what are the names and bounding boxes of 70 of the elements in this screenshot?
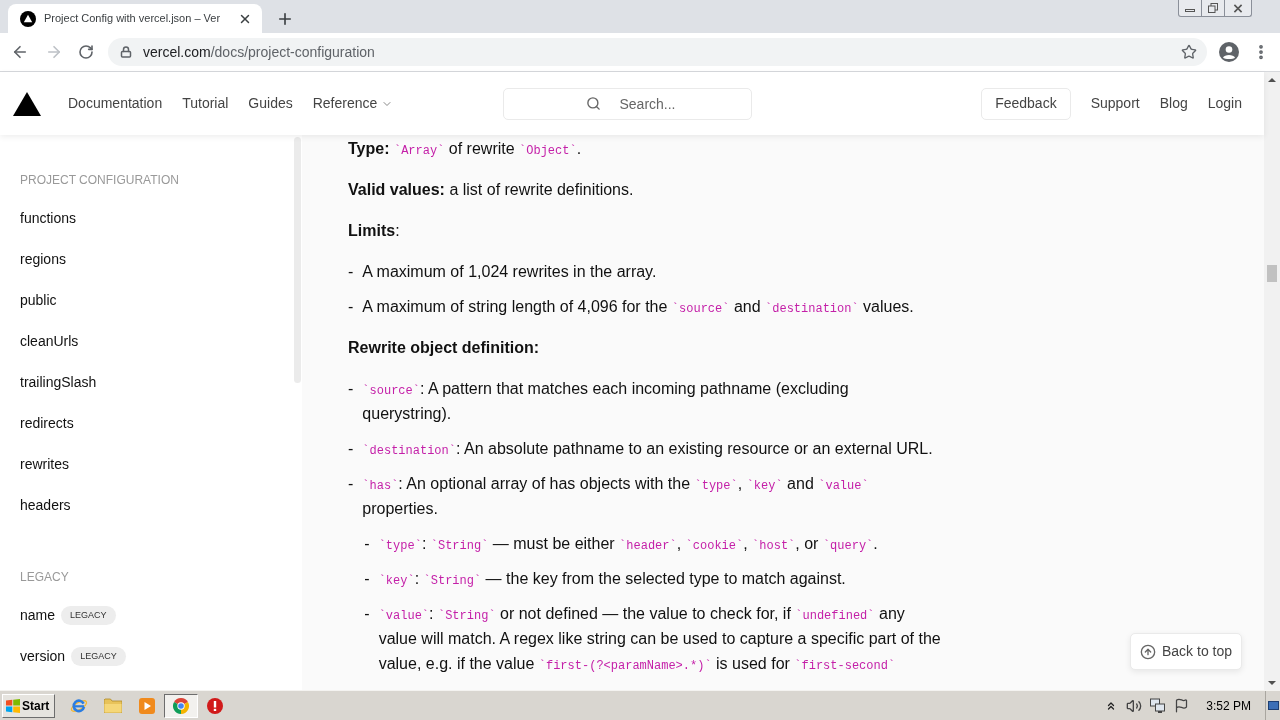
folder-icon (104, 698, 122, 713)
speaker-icon[interactable] (1126, 697, 1143, 714)
list-dash: - (348, 379, 354, 399)
nav-link[interactable]: Guides (248, 93, 293, 114)
sidebar-scrollbar-thumb[interactable] (294, 137, 301, 383)
sidebar-link[interactable]: public (20, 290, 57, 310)
list-item-text: A maximum of string length of 4,096 for the `source` and `destination` values. (362, 297, 915, 318)
bookmark-star-icon[interactable] (1181, 44, 1197, 60)
minimize-icon (1185, 9, 1195, 12)
list-dash: - (348, 474, 354, 494)
list-dash: - (364, 534, 370, 554)
profile-icon[interactable] (1219, 42, 1239, 62)
sidebar-link[interactable]: cleanUrls (20, 331, 79, 351)
feedback-button[interactable]: Feedback (981, 87, 1071, 120)
list-dash: - (364, 604, 370, 624)
show-desktop-button[interactable] (1265, 691, 1280, 720)
list-dash: - (348, 262, 354, 282)
sidebar-link[interactable]: functions (20, 208, 77, 228)
sidebar-link[interactable]: trailingSlash (20, 372, 97, 392)
list-dash: - (348, 297, 354, 317)
restore-icon (1208, 3, 1218, 13)
start-button[interactable]: Start (2, 693, 55, 718)
browser-icon (173, 697, 189, 714)
sidebar-link[interactable]: redirects (20, 413, 74, 433)
nav-link[interactable]: Documentation (68, 93, 163, 114)
nav-link[interactable]: Support (1090, 93, 1140, 114)
lock-icon (120, 46, 132, 58)
sidebar-link[interactable]: name (20, 605, 56, 625)
legacy-badge: LEGACY (71, 646, 126, 666)
reload-icon (78, 44, 94, 60)
scroll-down-icon[interactable] (1268, 681, 1276, 685)
sidebar-link[interactable]: regions (20, 249, 66, 269)
windows-flag-icon (6, 698, 20, 713)
tab-title: Project Config with vercel.json – Ver (44, 11, 221, 27)
scroll-up-icon[interactable] (1268, 78, 1276, 82)
sidebar-link[interactable]: version (20, 646, 66, 666)
search-field[interactable]: Search... (503, 87, 752, 120)
sidebar-heading: LEGACY (20, 569, 70, 585)
search-icon (586, 95, 601, 111)
sidebar-link[interactable]: rewrites (20, 454, 69, 474)
triangle-logo-icon[interactable] (13, 91, 41, 116)
close-icon (1233, 3, 1243, 13)
section-heading: Rewrite object definition: (348, 338, 541, 358)
paragraph: Valid values: a list of rewrite definitions. (348, 180, 635, 200)
list-dash: - (364, 569, 370, 589)
list-item-text: A maximum of 1,024 rewrites in the array. (362, 262, 658, 282)
nav-link[interactable]: Reference (312, 93, 394, 114)
browser-tab[interactable]: Project Config with vercel.json – Ver (8, 4, 263, 33)
back-to-top-button[interactable]: Back to top (1130, 633, 1243, 670)
nav-link[interactable]: Blog (1159, 93, 1188, 114)
paragraph: Limits: (348, 221, 401, 241)
arrow-right-icon (45, 43, 63, 61)
nav-link[interactable]: Login (1207, 93, 1242, 114)
flag-icon[interactable] (1174, 698, 1190, 713)
arrow-up-circle-icon (1140, 643, 1156, 660)
legacy-badge: LEGACY (61, 605, 116, 625)
address-field[interactable]: vercel.com/docs/project-configuration (108, 38, 1207, 66)
clock-text[interactable]: 3:52 PM (1206, 696, 1251, 715)
alert-icon (207, 697, 223, 714)
url-text: vercel.com/docs/project-configuration (143, 42, 375, 62)
taskbar-app-button[interactable] (164, 693, 198, 718)
monitors-icon[interactable] (1150, 697, 1167, 714)
scrollbar-thumb[interactable] (1267, 265, 1277, 282)
nav-link[interactable]: Tutorial (182, 93, 229, 114)
triangle-logo-icon (20, 10, 36, 27)
list-dash: - (348, 439, 354, 459)
play-icon (139, 697, 155, 714)
sidebar-heading: PROJECT CONFIGURATION (20, 172, 180, 188)
e-browser-icon (70, 696, 88, 715)
sidebar-link[interactable]: headers (20, 495, 71, 515)
